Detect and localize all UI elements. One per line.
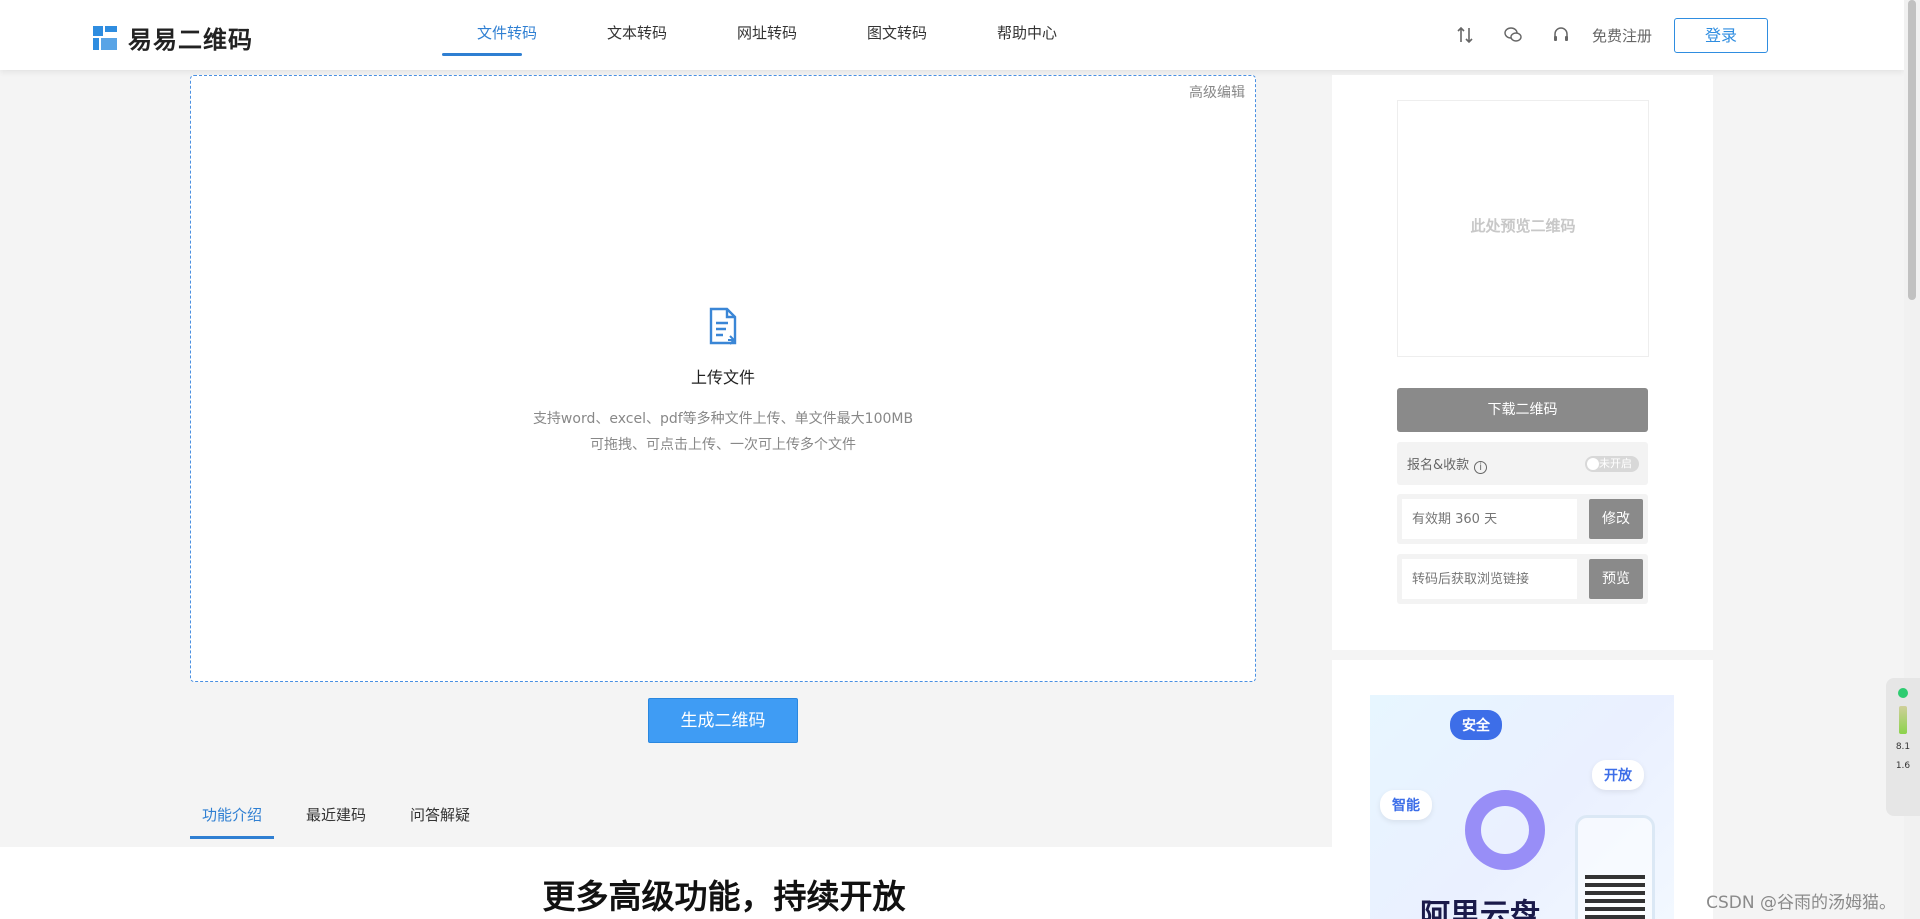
top-navigation-bar: 易易二维码 文件转码 文本转码 网址转码 图文转码 帮助中心 免费注册 登录 (0, 0, 1904, 70)
modify-button[interactable]: 修改 (1589, 499, 1643, 539)
login-button[interactable]: 登录 (1674, 18, 1768, 53)
sort-icon[interactable] (1454, 25, 1476, 47)
scrollbar-thumb[interactable] (1908, 0, 1916, 300)
logo[interactable]: 易易二维码 (92, 20, 253, 55)
ad-bubble-safe: 安全 (1450, 710, 1502, 740)
aliyun-drive-ad-banner[interactable]: 安全 开放 智能 阿里云盘 (1370, 695, 1674, 919)
logo-icon (93, 25, 117, 50)
signup-payment-row: 报名&收款 i 未开启 (1397, 442, 1648, 485)
level-bar (1899, 706, 1907, 734)
header-actions: 免费注册 登录 (1428, 18, 1768, 53)
info-tabs: 功能介绍 最近建码 问答解疑 (190, 790, 502, 839)
info-icon[interactable]: i (1474, 461, 1488, 474)
nav-file-transcode[interactable]: 文件转码 (442, 0, 572, 70)
upload-desc-line-1: 支持word、excel、pdf等多种文件上传、单文件最大100MB (532, 411, 914, 427)
feature-heading: 更多高级功能，持续开放 (542, 877, 906, 916)
signup-payment-label-wrap: 报名&收款 i (1407, 454, 1488, 474)
signup-payment-toggle[interactable]: 未开启 (1585, 456, 1639, 472)
preview-placeholder: 此处预览二维码 (1470, 217, 1576, 235)
network-monitor-widget[interactable]: 8.1 1.6 (1886, 678, 1920, 816)
widget-value-2: 1.6 (1895, 761, 1911, 771)
upload-prompt: 上传文件 支持word、excel、pdf等多种文件上传、单文件最大100MB … (191, 306, 1255, 458)
wechat-icon[interactable] (1502, 25, 1524, 47)
browse-link-row: 预览 (1397, 554, 1648, 604)
csdn-watermark: CSDN @谷雨的汤姆猫。 (1706, 893, 1896, 913)
document-icon (709, 307, 737, 345)
validity-row: 修改 (1397, 494, 1648, 544)
signup-payment-label: 报名&收款 (1407, 458, 1470, 473)
qrcode-preview-card: 此处预览二维码 下载二维码 报名&收款 i 未开启 修改 预览 (1332, 75, 1713, 650)
nav-url-transcode[interactable]: 网址转码 (702, 0, 832, 70)
status-dot (1898, 688, 1908, 698)
ad-qr-code-image (1585, 875, 1645, 919)
feature-intro-panel: 更多高级功能，持续开放 (0, 847, 1333, 919)
upload-desc-line-2: 可拖拽、可点击上传、一次可上传多个文件 (590, 437, 856, 453)
qrcode-preview-area: 此处预览二维码 (1397, 100, 1649, 357)
browse-link-field[interactable] (1402, 559, 1577, 599)
ad-card: 安全 开放 智能 阿里云盘 (1332, 660, 1713, 919)
widget-value-1: 8.1 (1895, 742, 1911, 752)
ad-brand-name: 阿里云盘 (1420, 898, 1540, 919)
generate-qrcode-button[interactable]: 生成二维码 (648, 698, 798, 743)
upload-title: 上传文件 (690, 368, 755, 387)
ring-illustration (1465, 790, 1545, 870)
tab-faq[interactable]: 问答解疑 (398, 790, 482, 839)
nav-text-transcode[interactable]: 文本转码 (572, 0, 702, 70)
ad-bubble-smart: 智能 (1380, 790, 1432, 820)
main-nav: 文件转码 文本转码 网址转码 图文转码 帮助中心 (442, 0, 1092, 70)
preview-button[interactable]: 预览 (1589, 559, 1643, 599)
logo-text: 易易二维码 (128, 26, 253, 54)
tab-recent-codes[interactable]: 最近建码 (294, 790, 378, 839)
advanced-edit-link[interactable]: 高级编辑 (1189, 82, 1245, 102)
register-link[interactable]: 免费注册 (1592, 25, 1652, 46)
headset-icon[interactable] (1550, 25, 1572, 47)
file-upload-dropzone[interactable]: 高级编辑 上传文件 支持word、excel、pdf等多种文件上传、单文件最大1… (190, 75, 1256, 682)
nav-image-text-transcode[interactable]: 图文转码 (832, 0, 962, 70)
download-qrcode-button[interactable]: 下载二维码 (1397, 388, 1648, 432)
upload-description: 支持word、excel、pdf等多种文件上传、单文件最大100MB 可拖拽、可… (191, 406, 1255, 458)
tab-feature-intro[interactable]: 功能介绍 (190, 790, 275, 839)
nav-help-center[interactable]: 帮助中心 (962, 0, 1092, 70)
validity-field[interactable] (1402, 499, 1577, 539)
ad-bubble-open: 开放 (1592, 760, 1644, 790)
